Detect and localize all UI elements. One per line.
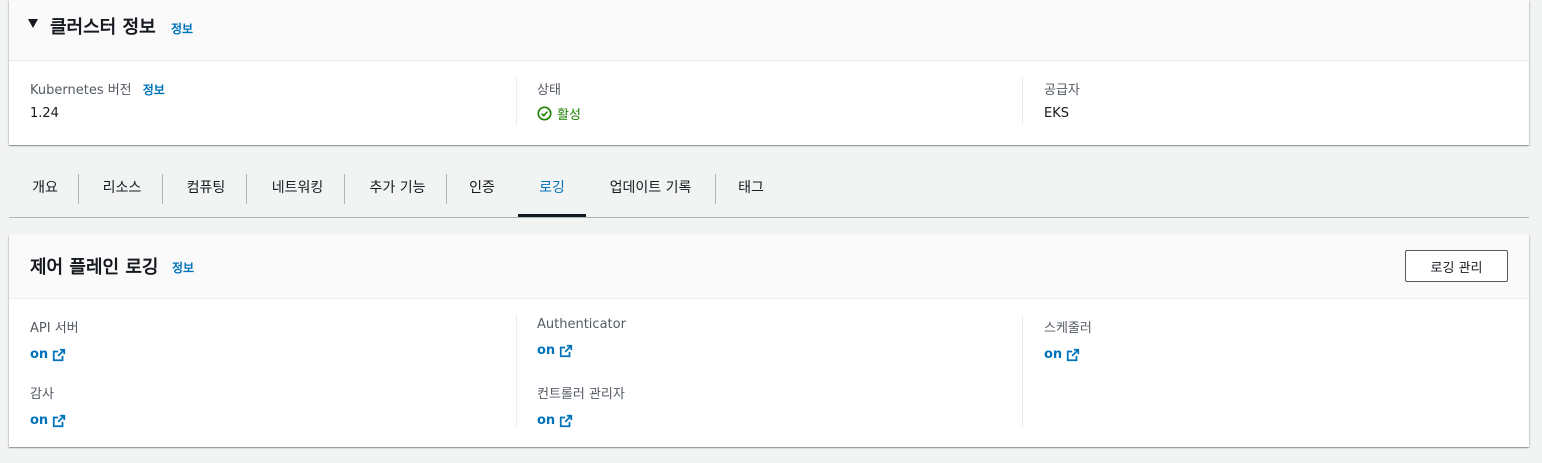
scheduler-label: 스케줄러 <box>1044 321 1092 336</box>
logging-info-link[interactable]: 정보 <box>172 259 194 276</box>
k8s-version-col: Kubernetes 버전 정보 1.24 <box>30 79 165 121</box>
external-link-icon <box>560 344 573 357</box>
external-link-icon <box>560 414 573 427</box>
status-label: 상태 <box>537 83 561 98</box>
divider <box>516 77 517 125</box>
tab-separator <box>78 174 79 204</box>
divider <box>516 315 517 427</box>
logging-panel: 제어 플레인 로깅 정보 로깅 관리 API 서버 on 감사 on Authe… <box>9 235 1529 447</box>
tab-overview[interactable]: 개요 <box>17 168 73 217</box>
status-col: 상태 활성 <box>537 79 581 123</box>
tab-separator <box>715 174 716 204</box>
divider <box>1022 77 1023 125</box>
cluster-info-panel: 클러스터 정보 정보 Kubernetes 버전 정보 1.24 상태 활성 공… <box>9 0 1529 145</box>
external-link-icon <box>53 414 66 427</box>
authenticator-label: Authenticator <box>537 317 626 332</box>
provider-col: 공급자 EKS <box>1044 79 1080 121</box>
k8s-version-info-link[interactable]: 정보 <box>143 83 165 97</box>
manage-logging-button[interactable]: 로깅 관리 <box>1405 250 1508 282</box>
tab-compute[interactable]: 컴퓨팅 <box>167 168 245 217</box>
k8s-version-label: Kubernetes 버전 <box>30 83 132 98</box>
tab-networking[interactable]: 네트워킹 <box>251 168 344 217</box>
divider <box>1022 315 1023 427</box>
provider-label: 공급자 <box>1044 83 1080 98</box>
tab-separator <box>246 174 247 204</box>
provider-value: EKS <box>1044 106 1069 121</box>
cluster-info-title: 클러스터 정보 <box>50 17 156 38</box>
scheduler-on-link[interactable]: on <box>1044 347 1080 362</box>
api-server-on-link[interactable]: on <box>30 347 66 362</box>
logging-header: 제어 플레인 로깅 정보 로깅 관리 <box>9 235 1529 299</box>
controller-manager-item: 컨트롤러 관리자 on <box>537 383 625 428</box>
audit-item: 감사 on <box>30 383 66 428</box>
tab-authentication[interactable]: 인증 <box>451 168 513 217</box>
scheduler-item: 스케줄러 on <box>1044 317 1092 362</box>
tab-logging[interactable]: 로깅 <box>518 168 586 217</box>
cluster-info-link[interactable]: 정보 <box>171 20 193 37</box>
authenticator-on-link[interactable]: on <box>537 343 573 358</box>
controller-manager-label: 컨트롤러 관리자 <box>537 387 625 402</box>
tab-separator <box>162 174 163 204</box>
tab-separator <box>344 174 345 204</box>
external-link-icon <box>53 348 66 361</box>
tab-tags[interactable]: 태그 <box>720 168 782 217</box>
tab-add-ons[interactable]: 추가 기능 <box>349 168 446 217</box>
controller-manager-on-link[interactable]: on <box>537 413 573 428</box>
k8s-version-value: 1.24 <box>30 106 59 121</box>
tab-separator <box>446 174 447 204</box>
tab-bar: 개요 리소스 컴퓨팅 네트워킹 추가 기능 인증 로깅 업데이트 기록 태그 <box>9 168 1529 218</box>
status-value-row: 활성 <box>537 104 581 123</box>
api-server-label: API 서버 <box>30 321 79 336</box>
collapse-triangle-icon[interactable] <box>28 19 38 28</box>
tab-update-history[interactable]: 업데이트 기록 <box>591 168 710 217</box>
logging-title: 제어 플레인 로깅 <box>30 257 159 278</box>
tab-resources[interactable]: 리소스 <box>83 168 161 217</box>
external-link-icon <box>1067 348 1080 361</box>
api-server-item: API 서버 on <box>30 317 79 362</box>
cluster-info-header: 클러스터 정보 정보 <box>9 0 1529 61</box>
check-circle-icon <box>537 106 552 121</box>
audit-on-link[interactable]: on <box>30 413 66 428</box>
audit-label: 감사 <box>30 387 54 402</box>
authenticator-item: Authenticator on <box>537 317 626 358</box>
status-value: 활성 <box>557 108 581 123</box>
